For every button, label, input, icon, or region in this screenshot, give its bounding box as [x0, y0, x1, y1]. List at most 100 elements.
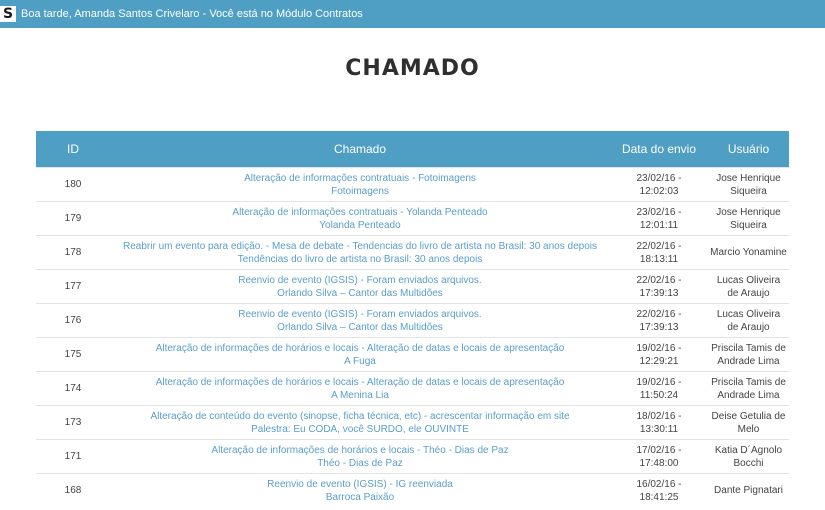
top-bar: S Boa tarde, Amanda Santos Crivelaro - V…: [0, 0, 825, 28]
chamado-link[interactable]: Alteração de informações contratuais - F…: [112, 172, 608, 185]
time-text: 18:41:25: [639, 491, 679, 503]
chamado-event-link[interactable]: A Fuga: [112, 355, 608, 368]
cell-usuario: Lucas Oliveira de Araujo: [708, 269, 789, 304]
chamados-table: ID Chamado Data do envio Usuário 180 Alte…: [36, 131, 789, 507]
table-row[interactable]: 178 Reabrir um evento para edição. - Mesa…: [36, 235, 789, 270]
date-text: 22/02/16 -: [636, 274, 682, 286]
cell-usuario: Priscila Tamis de Andrade Lima: [708, 371, 789, 406]
chamado-link[interactable]: Alteração de informações de horários e l…: [112, 376, 608, 389]
table-row[interactable]: 171 Alteração de informações de horários …: [36, 439, 789, 474]
chamado-event-link[interactable]: Orlando Silva – Cantor das Multidões: [112, 287, 608, 300]
chamados-table-container: ID Chamado Data do envio Usuário 180 Alte…: [36, 131, 789, 507]
date-text: 22/02/16 -: [636, 240, 682, 252]
app-logo[interactable]: S: [0, 6, 16, 22]
date-text: 16/02/16 -: [636, 478, 682, 490]
time-text: 13:30:11: [639, 423, 679, 435]
table-row[interactable]: 173 Alteração de conteúdo do evento (sino…: [36, 405, 789, 440]
cell-id: 178: [36, 235, 110, 270]
column-header-id: ID: [36, 131, 110, 168]
column-header-chamado: Chamado: [110, 131, 610, 168]
date-text: 17/02/16 -: [636, 444, 682, 456]
chamado-event-link[interactable]: Tendências do livro de artista no Brasil…: [112, 253, 608, 266]
cell-id: 171: [36, 439, 110, 474]
chamado-link[interactable]: Alteração de informações de horários e l…: [112, 342, 608, 355]
time-text: 17:39:13: [639, 321, 679, 333]
chamado-event-link[interactable]: Yolanda Penteado: [112, 219, 608, 232]
greeting-text: Boa tarde, Amanda Santos Crivelaro - Voc…: [21, 8, 363, 20]
chamado-event-link[interactable]: Fotoimagens: [112, 185, 608, 198]
table-row[interactable]: 176 Reenvio de evento (IGSIS) - Foram env…: [36, 303, 789, 338]
column-header-data: Data do envio: [610, 131, 708, 168]
chamado-link[interactable]: Alteração de informações de horários e l…: [112, 444, 608, 457]
cell-data-envio: 22/02/16 -17:39:13: [610, 303, 708, 338]
cell-id: 175: [36, 337, 110, 372]
cell-data-envio: 16/02/16 -18:41:25: [610, 473, 708, 507]
cell-chamado: Alteração de informações de horários e l…: [110, 439, 610, 474]
cell-usuario: Marcio Yonamine: [708, 235, 789, 270]
time-text: 17:39:13: [639, 287, 679, 299]
cell-data-envio: 17/02/16 -17:48:00: [610, 439, 708, 474]
cell-id: 168: [36, 473, 110, 507]
time-text: 17:48:00: [639, 457, 679, 469]
cell-usuario: Katia D´Agnolo Bocchi: [708, 439, 789, 474]
cell-chamado: Reenvio de evento (IGSIS) - IG reenviada…: [110, 473, 610, 507]
cell-chamado: Alteração de informações contratuais - F…: [110, 167, 610, 202]
cell-chamado: Alteração de conteúdo do evento (sinopse…: [110, 405, 610, 440]
chamado-event-link[interactable]: A Menina Lia: [112, 389, 608, 402]
date-text: 19/02/16 -: [636, 342, 682, 354]
cell-id: 173: [36, 405, 110, 440]
cell-data-envio: 19/02/16 -12:29:21: [610, 337, 708, 372]
time-text: 11:50:24: [639, 389, 679, 401]
cell-usuario: Deise Getulia de Melo: [708, 405, 789, 440]
chamado-link[interactable]: Reenvio de evento (IGSIS) - Foram enviad…: [112, 308, 608, 321]
cell-chamado: Alteração de informações de horários e l…: [110, 337, 610, 372]
cell-chamado: Reenvio de evento (IGSIS) - Foram enviad…: [110, 269, 610, 304]
chamado-link[interactable]: Reenvio de evento (IGSIS) - Foram enviad…: [112, 274, 608, 287]
table-header-row: ID Chamado Data do envio Usuário: [36, 131, 789, 168]
date-text: 23/02/16 -: [636, 172, 682, 184]
cell-usuario: Dante Pignatari: [708, 473, 789, 507]
cell-id: 176: [36, 303, 110, 338]
cell-chamado: Alteração de informações de horários e l…: [110, 371, 610, 406]
time-text: 12:02:03: [639, 185, 679, 197]
cell-id: 179: [36, 201, 110, 236]
date-text: 23/02/16 -: [636, 206, 682, 218]
cell-usuario: Lucas Oliveira de Araujo: [708, 303, 789, 338]
chamado-event-link[interactable]: Orlando Silva – Cantor das Multidões: [112, 321, 608, 334]
date-text: 22/02/16 -: [636, 308, 682, 320]
chamado-link[interactable]: Reabrir um evento para edição. - Mesa de…: [112, 240, 608, 253]
table-row[interactable]: 168 Reenvio de evento (IGSIS) - IG reenvi…: [36, 473, 789, 507]
chamado-link[interactable]: Alteração de informações contratuais - Y…: [112, 206, 608, 219]
cell-chamado: Alteração de informações contratuais - Y…: [110, 201, 610, 236]
date-text: 18/02/16 -: [636, 410, 682, 422]
table-row[interactable]: 179 Alteração de informações contratuais …: [36, 201, 789, 236]
cell-data-envio: 23/02/16 -12:01:11: [610, 201, 708, 236]
table-row[interactable]: 175 Alteração de informações de horários …: [36, 337, 789, 372]
table-row[interactable]: 180 Alteração de informações contratuais …: [36, 167, 789, 202]
table-body: 180 Alteração de informações contratuais …: [36, 167, 789, 507]
chamado-event-link[interactable]: Théo - Dias de Paz: [112, 457, 608, 470]
column-header-usuario: Usuário: [708, 131, 789, 168]
chamado-link[interactable]: Alteração de conteúdo do evento (sinopse…: [112, 410, 608, 423]
chamado-event-link[interactable]: Palestra: Eu CODA, você SURDO, ele OUVIN…: [112, 423, 608, 436]
cell-data-envio: 18/02/16 -13:30:11: [610, 405, 708, 440]
table-row[interactable]: 174 Alteração de informações de horários …: [36, 371, 789, 406]
cell-chamado: Reenvio de evento (IGSIS) - Foram enviad…: [110, 303, 610, 338]
page-title: CHAMADO: [345, 56, 480, 81]
time-text: 12:29:21: [639, 355, 679, 367]
chamado-event-link[interactable]: Barroca Paixão: [112, 491, 608, 504]
cell-id: 180: [36, 167, 110, 202]
cell-usuario: Jose Henrique Siqueira: [708, 201, 789, 236]
cell-id: 174: [36, 371, 110, 406]
table-row[interactable]: 177 Reenvio de evento (IGSIS) - Foram env…: [36, 269, 789, 304]
cell-data-envio: 23/02/16 -12:02:03: [610, 167, 708, 202]
cell-usuario: Priscila Tamis de Andrade Lima: [708, 337, 789, 372]
date-text: 19/02/16 -: [636, 376, 682, 388]
cell-data-envio: 22/02/16 -17:39:13: [610, 269, 708, 304]
chamado-link[interactable]: Reenvio de evento (IGSIS) - IG reenviada: [112, 478, 608, 491]
cell-data-envio: 22/02/16 -18:13:11: [610, 235, 708, 270]
cell-usuario: Jose Henrique Siqueira: [708, 167, 789, 202]
cell-id: 177: [36, 269, 110, 304]
time-text: 18:13:11: [639, 253, 679, 265]
time-text: 12:01:11: [639, 219, 679, 231]
